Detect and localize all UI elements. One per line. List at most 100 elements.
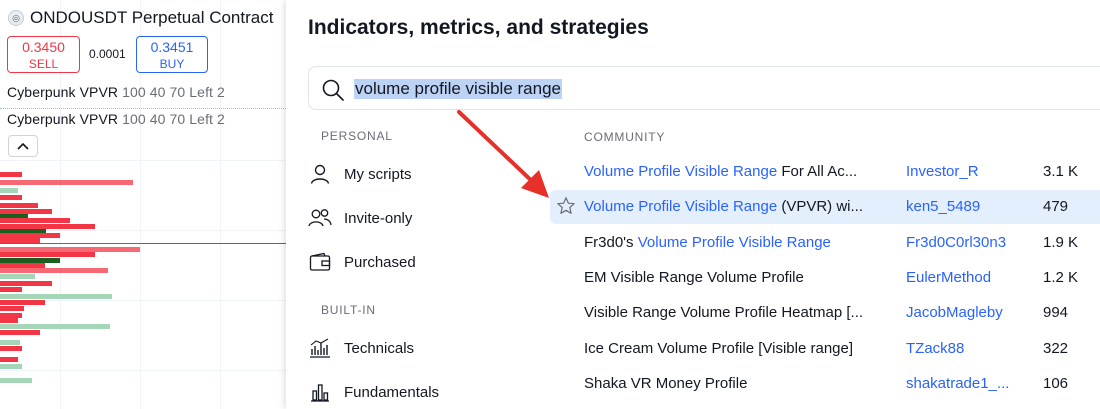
nav-label: Fundamentals: [344, 383, 440, 401]
symbol-header[interactable]: ◎ ONDOUSDT Perpetual Contract: [8, 8, 273, 28]
nav-label: Purchased: [344, 253, 416, 271]
sell-price: 0.3450: [22, 39, 65, 55]
volume-bar: [0, 274, 35, 279]
sell-label: SELL: [28, 57, 59, 71]
volume-bar: [0, 378, 32, 383]
section-label-community: COMMUNITY: [584, 130, 666, 144]
volume-bar: [0, 180, 133, 185]
price-line: [0, 243, 286, 244]
user-icon: [308, 162, 332, 186]
nav-label: Technicals: [344, 339, 415, 357]
script-row[interactable]: EM Visible Range Volume Profile EulerMet…: [550, 261, 1100, 295]
volume-bar: [0, 218, 70, 223]
script-likes-count: 479: [1043, 198, 1069, 215]
script-author-link[interactable]: ken5_5489: [906, 198, 980, 215]
volume-bar: [0, 195, 22, 200]
dotted-divider: [0, 108, 286, 109]
buy-label: BUY: [159, 57, 185, 71]
script-name-rest: For All Ac...: [777, 163, 858, 180]
script-name-prefix: Fr3d0's: [584, 234, 638, 251]
nav-fundamentals[interactable]: Fundamentals: [308, 374, 548, 409]
indicator-params: 100 40 70 Left 2: [122, 84, 225, 100]
search-query[interactable]: volume profile visible range: [354, 79, 562, 99]
script-row[interactable]: Ice Cream Volume Profile [Visible range]…: [550, 332, 1100, 366]
volume-bar: [0, 318, 18, 323]
volume-bar: [0, 188, 18, 193]
script-likes-count: 994: [1043, 304, 1069, 321]
grid-line: [0, 370, 286, 371]
chevron-up-icon: [17, 142, 29, 150]
indicator-params: 100 40 70 Left 2: [122, 111, 225, 127]
indicator-name: Cyberpunk VPVR: [7, 111, 119, 127]
section-label-built-in: BUILT-IN: [321, 303, 376, 317]
nav-label: Invite-only: [344, 209, 413, 227]
spread-value: 0.0001: [89, 47, 126, 61]
search-input[interactable]: volume profile visible range: [308, 66, 1100, 110]
volume-bar: [0, 203, 38, 208]
chart-bars-icon: [308, 336, 332, 360]
symbol-title: ONDOUSDT Perpetual Contract: [30, 8, 274, 27]
script-name: EM Visible Range Volume Profile: [584, 269, 804, 286]
script-likes-count: 322: [1043, 340, 1069, 357]
volume-bar: [0, 281, 52, 286]
screen: ◎ ONDOUSDT Perpetual Contract 0.3450 SEL…: [0, 0, 1100, 409]
script-name: Volume Profile Visible Range (VPVR) wi..…: [584, 198, 884, 215]
script-name-rest: (VPVR) wi...: [777, 198, 864, 215]
nav-invite-only[interactable]: Invite-only: [308, 200, 548, 236]
annotation-arrow-icon: [457, 110, 549, 198]
grid-line: [220, 0, 221, 409]
bar-chart-icon: [308, 380, 332, 404]
volume-bar: [0, 294, 112, 299]
volume-bar: [0, 324, 110, 329]
volume-bar: [0, 268, 108, 273]
search-icon: [322, 79, 344, 101]
script-row[interactable]: Fr3d0's Volume Profile Visible Range Fr3…: [550, 226, 1100, 260]
indicator-legend[interactable]: Cyberpunk VPVR 100 40 70 Left 2: [7, 111, 225, 127]
script-author-link[interactable]: JacobMagleby: [906, 304, 1003, 321]
script-name: Visible Range Volume Profile Heatmap [..…: [584, 304, 864, 321]
volume-bar: [0, 252, 95, 257]
volume-bar: [0, 357, 18, 362]
buy-button[interactable]: 0.3451 BUY: [136, 36, 208, 73]
buy-price: 0.3451: [150, 39, 194, 55]
script-row-highlighted[interactable]: Volume Profile Visible Range (VPVR) wi..…: [550, 190, 1100, 224]
script-likes-count: 1.9 K: [1043, 234, 1079, 251]
indicators-dialog: Indicators, metrics, and strategies volu…: [286, 0, 1100, 409]
sell-button[interactable]: 0.3450 SELL: [7, 36, 80, 73]
script-likes-count: 1.2 K: [1043, 269, 1079, 286]
script-row[interactable]: Shaka VR Money Profile shakatrade1_... 1…: [550, 367, 1100, 401]
collapse-legend-button[interactable]: [8, 135, 38, 157]
script-name-match: Volume Profile Visible Range: [637, 234, 831, 251]
script-likes-count: 3.1 K: [1043, 163, 1079, 180]
script-author-link[interactable]: EulerMethod: [906, 269, 991, 286]
indicator-name: Cyberpunk VPVR: [7, 84, 119, 100]
script-author-link[interactable]: Investor_R: [906, 163, 979, 180]
nav-technicals[interactable]: Technicals: [308, 330, 548, 366]
volume-bar: [0, 340, 20, 345]
users-icon: [308, 206, 332, 230]
volume-bar: [0, 172, 22, 177]
script-row[interactable]: Visible Range Volume Profile Heatmap [..…: [550, 296, 1100, 330]
nav-purchased[interactable]: Purchased: [308, 244, 548, 280]
star-icon[interactable]: [556, 196, 576, 216]
volume-bar: [0, 364, 22, 369]
script-name: Ice Cream Volume Profile [Visible range]: [584, 340, 854, 357]
chart-area[interactable]: ◎ ONDOUSDT Perpetual Contract 0.3450 SEL…: [0, 0, 286, 409]
indicator-legend[interactable]: Cyberpunk VPVR 100 40 70 Left 2: [7, 84, 225, 100]
volume-bar: [0, 300, 45, 305]
nav-label: My scripts: [344, 165, 412, 183]
volume-bar: [0, 287, 22, 292]
symbol-logo-icon: ◎: [8, 10, 24, 26]
script-name: Fr3d0's Volume Profile Visible Range: [584, 234, 884, 251]
dialog-title: Indicators, metrics, and strategies: [308, 16, 649, 39]
script-author-link[interactable]: shakatrade1_...: [906, 375, 1009, 392]
volume-bar: [0, 330, 40, 335]
script-name-match: Volume Profile Visible Range: [584, 163, 778, 180]
script-row[interactable]: Volume Profile Visible Range For All Ac.…: [550, 155, 1100, 189]
script-name-match: Volume Profile Visible Range: [584, 198, 778, 215]
script-name: Shaka VR Money Profile: [584, 375, 748, 392]
script-author-link[interactable]: Fr3d0C0rl30n3: [906, 234, 1006, 251]
script-author-link[interactable]: TZack88: [906, 340, 964, 357]
script-likes-count: 106: [1043, 375, 1069, 392]
script-name: Volume Profile Visible Range For All Ac.…: [584, 163, 884, 180]
